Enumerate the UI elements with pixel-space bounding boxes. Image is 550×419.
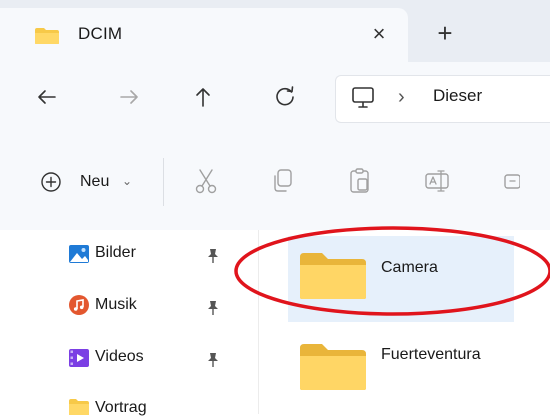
file-item-name[interactable]: Fuerteventura (381, 346, 481, 364)
music-icon (69, 295, 89, 315)
breadcrumb-this-pc[interactable]: Dieser (433, 86, 482, 106)
pin-icon[interactable] (206, 351, 220, 369)
sidebar-item-vortrag[interactable]: Vortrag (95, 399, 147, 417)
folder-icon (35, 28, 59, 44)
sidebar-item-musik[interactable]: Musik (95, 296, 137, 314)
chevron-down-icon[interactable]: ⌄ (122, 174, 132, 188)
tab-title: DCIM (78, 24, 123, 43)
pin-icon[interactable] (206, 247, 220, 265)
plus-circle-icon[interactable] (40, 171, 62, 193)
forward-arrow-icon[interactable] (112, 80, 146, 114)
computer-icon (352, 87, 374, 108)
toolbar-divider (163, 158, 164, 206)
back-arrow-icon[interactable] (30, 80, 64, 114)
up-arrow-icon[interactable] (186, 80, 220, 114)
videos-icon (69, 349, 89, 367)
close-tab-button[interactable]: × (363, 18, 395, 50)
new-button[interactable]: Neu (80, 173, 109, 191)
file-item-name[interactable]: Camera (381, 259, 438, 277)
tab-dcim[interactable] (0, 8, 408, 62)
refresh-icon[interactable] (268, 80, 302, 114)
sidebar-item-videos[interactable]: Videos (95, 348, 144, 366)
rename-icon[interactable] (423, 166, 451, 196)
folder-icon[interactable] (298, 251, 368, 301)
breadcrumb-separator[interactable]: › (398, 86, 405, 109)
folder-icon (69, 399, 89, 415)
folder-icon[interactable] (298, 342, 368, 392)
share-icon[interactable] (500, 166, 520, 196)
sidebar-item-bilder[interactable]: Bilder (95, 244, 136, 262)
pictures-icon (69, 245, 89, 263)
new-tab-button[interactable]: + (429, 18, 461, 50)
cut-icon[interactable] (192, 166, 220, 196)
copy-icon[interactable] (269, 166, 297, 196)
paste-icon[interactable] (346, 166, 374, 196)
pin-icon[interactable] (206, 299, 220, 317)
